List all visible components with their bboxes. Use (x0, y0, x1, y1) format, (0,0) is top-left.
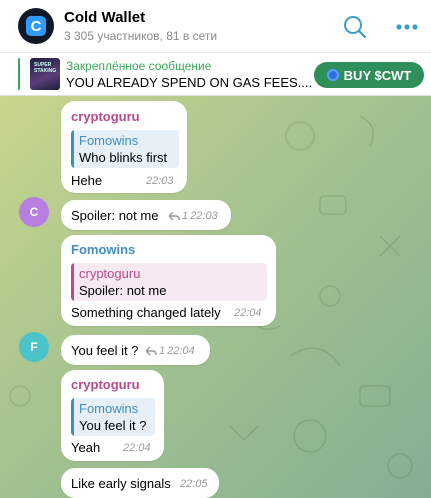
chat-title[interactable]: Cold Wallet (64, 9, 145, 26)
message-bubble[interactable]: cryptoguru Fomowins Who blinks first Heh… (61, 101, 187, 193)
message-bubble[interactable]: Fomowins cryptoguru Spoiler: not me Some… (61, 235, 276, 326)
message-bubble[interactable]: Like early signals 22:05 (61, 468, 219, 498)
member-count: 3 305 участников, 81 в сети (64, 29, 218, 43)
more-options-icon[interactable] (392, 16, 422, 38)
reply-count-indicator[interactable]: 1 22:04 (146, 345, 195, 357)
quote-text: You feel it ? (79, 418, 147, 433)
message-time: 22:04 (123, 442, 151, 454)
buy-cwt-button[interactable]: BUY $CWT (314, 62, 424, 88)
message-list[interactable]: cryptoguru Fomowins Who blinks first Heh… (0, 96, 431, 498)
chat-header: C Cold Wallet 3 305 участников, 81 в сет… (0, 0, 431, 53)
reply-arrow-icon (146, 346, 157, 355)
message-time: 22:03 (146, 175, 174, 187)
quote-sender: Fomowins (79, 133, 139, 148)
pinned-accent-bar (18, 58, 20, 90)
message-text: Yeah (71, 440, 101, 455)
message-text: You feel it ? (71, 343, 139, 358)
quote-sender: Fomowins (79, 401, 139, 416)
pinned-thumbnail-text: SUPER STAKING (34, 62, 57, 74)
pinned-text: YOU ALREADY SPEND ON GAS FEES.... (66, 75, 313, 90)
reply-quote[interactable]: cryptoguru Spoiler: not me (71, 263, 267, 301)
reply-quote[interactable]: Fomowins Who blinks first (71, 130, 179, 168)
sender-name[interactable]: Fomowins (71, 242, 135, 257)
pinned-title: Закреплённое сообщение (66, 59, 212, 73)
message-text: Like early signals (71, 476, 171, 491)
user-avatar[interactable]: C (19, 197, 49, 227)
quote-bar (71, 398, 74, 436)
message-time: 22:04 (234, 307, 262, 319)
pinned-message-bar[interactable]: SUPER STAKING Закреплённое сообщение YOU… (0, 53, 431, 96)
channel-avatar[interactable]: C (18, 8, 54, 44)
message-bubble[interactable]: You feel it ? 1 22:04 (61, 335, 210, 365)
buy-button-label: BUY $CWT (343, 67, 412, 83)
reply-count: 1 (182, 210, 189, 222)
quote-bar (71, 263, 74, 301)
sender-name[interactable]: cryptoguru (71, 109, 140, 124)
quote-text: Spoiler: not me (79, 283, 167, 298)
reply-count: 1 (159, 345, 166, 357)
message-text: Spoiler: not me (71, 208, 159, 223)
message-time: 22:03 (190, 210, 218, 222)
message-time: 22:05 (180, 478, 208, 490)
pinned-thumbnail: SUPER STAKING (30, 58, 60, 90)
channel-logo: C (26, 16, 46, 36)
coin-icon (326, 69, 339, 81)
quote-bar (71, 130, 74, 168)
user-avatar[interactable]: F (19, 332, 49, 362)
quote-text: Who blinks first (79, 150, 168, 165)
message-text: Something changed lately (71, 305, 221, 320)
sender-name[interactable]: cryptoguru (71, 377, 140, 392)
search-icon[interactable] (342, 14, 368, 40)
reply-arrow-icon (169, 211, 180, 220)
message-text: Hehe (71, 173, 103, 188)
quote-sender: cryptoguru (79, 266, 141, 281)
message-bubble[interactable]: cryptoguru Fomowins You feel it ? Yeah 2… (61, 370, 164, 461)
message-bubble[interactable]: Spoiler: not me 1 22:03 (61, 200, 231, 230)
message-time: 22:04 (167, 345, 195, 357)
reply-count-indicator[interactable]: 1 22:03 (169, 210, 218, 222)
reply-quote[interactable]: Fomowins You feel it ? (71, 398, 155, 436)
